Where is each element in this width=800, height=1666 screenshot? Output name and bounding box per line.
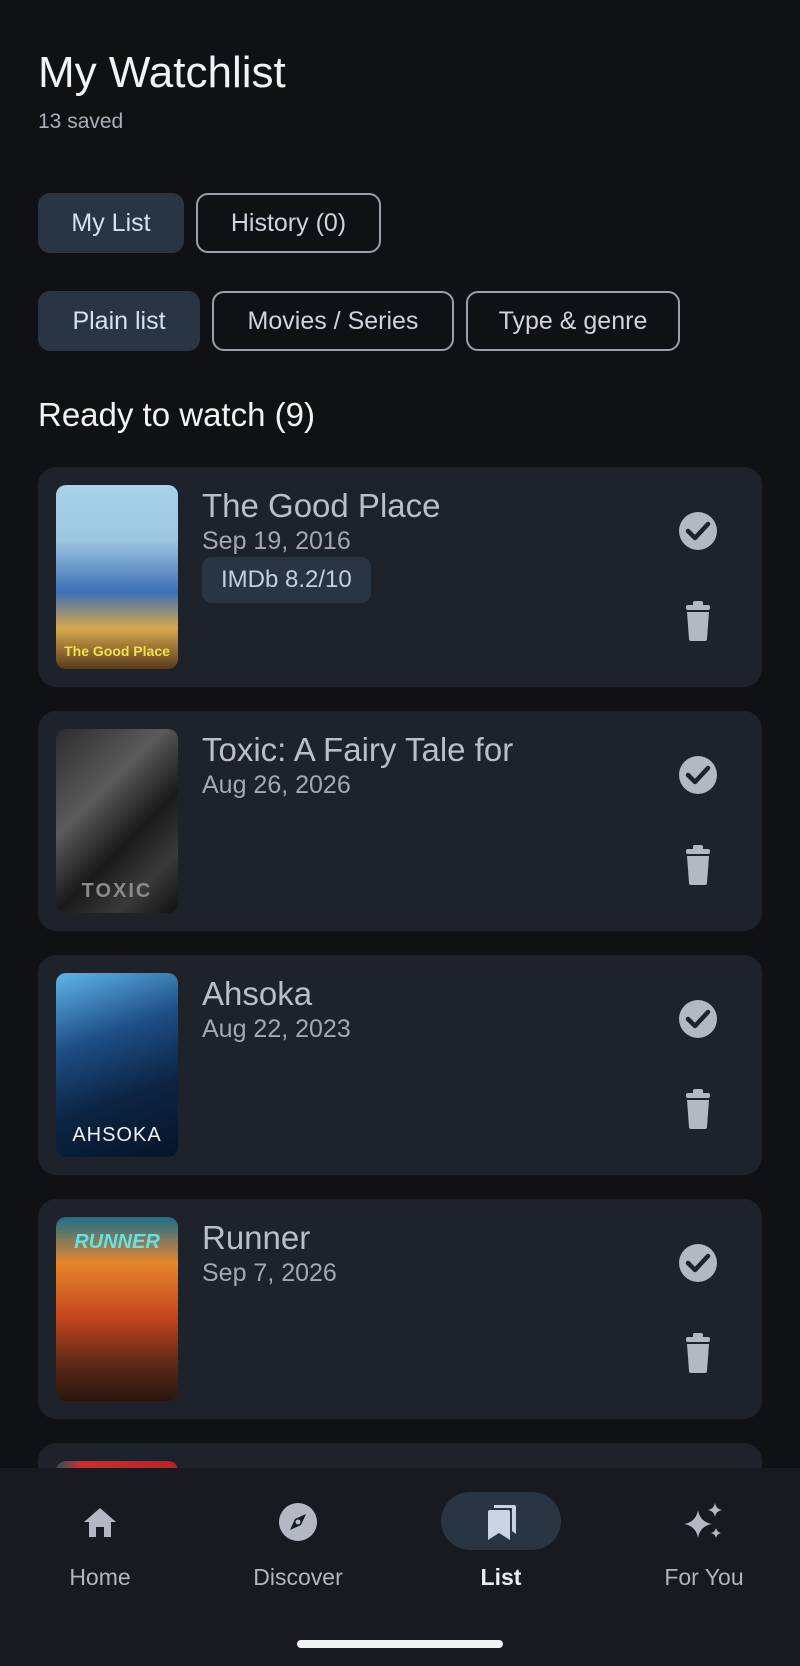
nav-home-label: Home	[69, 1564, 131, 1590]
home-indicator	[297, 1640, 503, 1648]
poster-caption: The Good Place	[64, 643, 170, 659]
nav-list[interactable]: List	[401, 1468, 601, 1618]
nav-for-you-label: For You	[664, 1564, 744, 1590]
item-title: Runner	[202, 1219, 311, 1256]
poster-image: RUNNER	[56, 1217, 178, 1401]
tab-my-list[interactable]: My List	[38, 193, 184, 253]
nav-list-label: List	[480, 1564, 522, 1590]
chip-type-genre-label: Type & genre	[498, 306, 648, 335]
chip-movies-series-label: Movies / Series	[247, 306, 419, 335]
rating-badge: IMDb 8.2/10	[202, 557, 371, 603]
check-icon[interactable]	[674, 751, 722, 799]
saved-count: 13 saved	[38, 110, 124, 133]
poster-caption: RUNNER	[74, 1231, 160, 1253]
trash-icon[interactable]	[674, 841, 722, 889]
item-date: Aug 22, 2023	[202, 1015, 351, 1043]
item-title: Toxic: A Fairy Tale for	[202, 731, 514, 768]
nav-home[interactable]: Home	[0, 1468, 200, 1618]
chip-plain-list[interactable]: Plain list	[38, 291, 200, 351]
compass-icon	[276, 1500, 320, 1544]
chip-plain-list-label: Plain list	[72, 306, 166, 335]
tab-history-label: History (0)	[230, 208, 347, 237]
poster-image: TOXIC	[56, 729, 178, 913]
bookmarks-icon	[479, 1500, 523, 1544]
chip-movies-series[interactable]: Movies / Series	[212, 291, 454, 351]
item-date: Sep 7, 2026	[202, 1259, 337, 1287]
check-icon[interactable]	[674, 1239, 722, 1287]
section-title: Ready to watch (9)	[38, 396, 315, 433]
poster-image: The Good Place	[56, 485, 178, 669]
trash-icon[interactable]	[674, 597, 722, 645]
chip-type-genre[interactable]: Type & genre	[466, 291, 680, 351]
nav-for-you[interactable]: For You	[604, 1468, 800, 1618]
item-title: The Good Place	[202, 487, 441, 524]
nav-discover[interactable]: Discover	[198, 1468, 398, 1618]
check-icon[interactable]	[674, 995, 722, 1043]
bottom-nav: Home Discover List For You	[0, 1468, 800, 1666]
watchlist-card[interactable]: TOXIC Toxic: A Fairy Tale for Aug 26, 20…	[38, 711, 762, 931]
page-title: My Watchlist	[38, 48, 286, 97]
check-icon[interactable]	[674, 507, 722, 555]
tab-my-list-label: My List	[71, 208, 151, 237]
rating-text: IMDb 8.2/10	[221, 566, 352, 593]
poster-caption: AHSOKA	[72, 1124, 162, 1146]
watchlist-card[interactable]: AHSOKA Ahsoka Aug 22, 2023	[38, 955, 762, 1175]
poster-image: AHSOKA	[56, 973, 178, 1157]
item-date: Sep 19, 2016	[202, 527, 351, 555]
nav-discover-label: Discover	[253, 1564, 343, 1590]
trash-icon[interactable]	[674, 1085, 722, 1133]
home-icon	[78, 1500, 122, 1544]
item-date: Aug 26, 2026	[202, 771, 351, 799]
watchlist-card[interactable]: The Good Place The Good Place Sep 19, 20…	[38, 467, 762, 687]
sparkle-icon	[682, 1500, 726, 1544]
item-title: Ahsoka	[202, 975, 313, 1012]
watchlist-card[interactable]: RUNNER Runner Sep 7, 2026	[38, 1199, 762, 1419]
tab-history[interactable]: History (0)	[196, 193, 381, 253]
trash-icon[interactable]	[674, 1329, 722, 1377]
poster-caption: TOXIC	[81, 880, 153, 902]
